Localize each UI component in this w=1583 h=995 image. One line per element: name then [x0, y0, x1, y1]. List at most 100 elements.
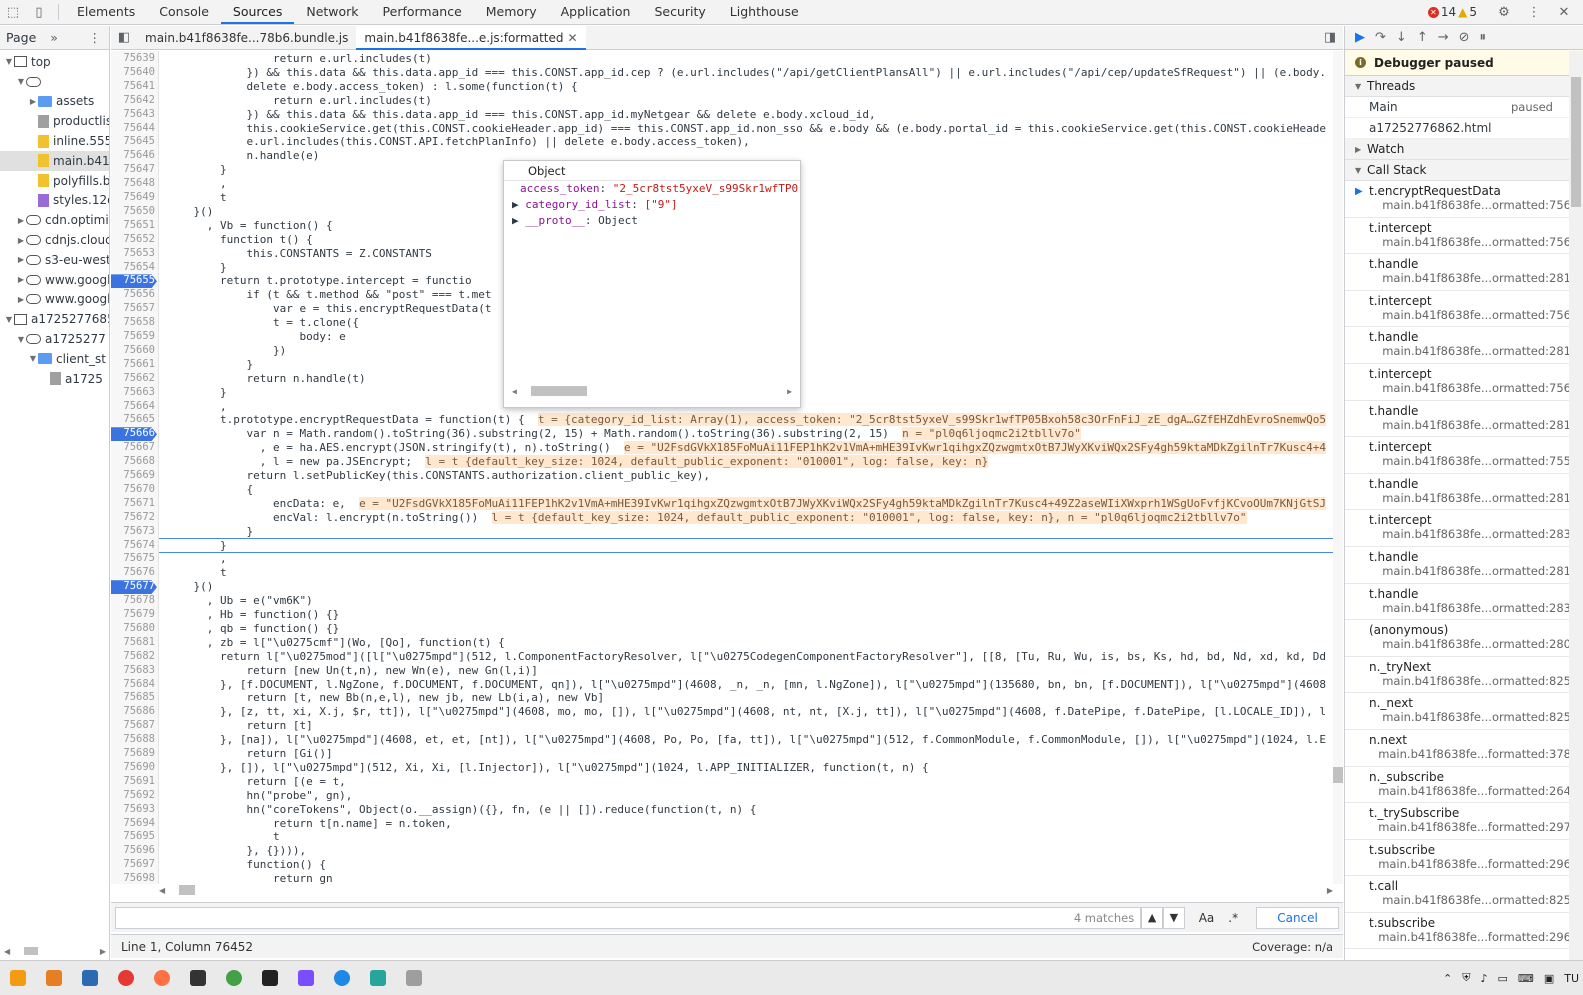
app-icon[interactable]	[216, 961, 252, 995]
code-line[interactable]: 75684 }, [f.DOCUMENT, l.NgZone, f.DOCUME…	[111, 678, 1333, 692]
code-line[interactable]: 75689 return [Gi()]	[111, 747, 1333, 761]
line-number[interactable]: 75651	[111, 219, 157, 233]
app-icon[interactable]	[288, 961, 324, 995]
code-line[interactable]: 75674 }	[111, 539, 1333, 553]
code-line[interactable]: 75683 return [new Un(t,n), new Wn(e), ne…	[111, 664, 1333, 678]
call-frame[interactable]: t.intercept main.b41f8638fe...ormatted:75…	[1345, 218, 1583, 255]
line-number[interactable]: 75653	[111, 247, 157, 261]
tab-network[interactable]: Network	[294, 0, 370, 24]
line-number[interactable]: 75670	[111, 483, 157, 497]
line-number[interactable]: 75692	[111, 789, 157, 803]
code-line[interactable]: 75669 return l.setPublicKey(this.CONSTAN…	[111, 469, 1333, 483]
step-out-icon[interactable]: ↑	[1417, 30, 1428, 45]
app-icon[interactable]	[324, 961, 360, 995]
code-line[interactable]: 75639 return e.url.includes(t)	[111, 52, 1333, 66]
line-number[interactable]: 75682	[111, 650, 157, 664]
callstack-section-header[interactable]: ▼ Call Stack	[1345, 160, 1583, 181]
tree-item[interactable]: ▶ cdnjs.cloudf	[0, 230, 109, 250]
scroll-right-icon[interactable]: ▶	[787, 387, 792, 396]
next-match-button[interactable]: ▼	[1162, 906, 1185, 929]
scroll-left-icon[interactable]: ◀	[512, 387, 517, 396]
scroll-thumb[interactable]	[530, 386, 587, 396]
line-number[interactable]: 75662	[111, 372, 157, 386]
navigator-tab-page[interactable]: Page	[6, 30, 36, 45]
more-tabs-icon[interactable]: »	[50, 30, 58, 45]
call-frame[interactable]: t.intercept main.b41f8638fe...ormatted:75…	[1345, 437, 1583, 474]
code-line[interactable]: 75697 function() {	[111, 858, 1333, 872]
app-icon[interactable]	[252, 961, 288, 995]
line-number[interactable]: 75652	[111, 233, 157, 247]
call-frame[interactable]: n._subscribe main.b41f8638fe...formatted:…	[1345, 767, 1583, 804]
app-icon[interactable]	[72, 961, 108, 995]
tree-item[interactable]: main.b41f	[0, 150, 109, 171]
call-frame[interactable]: n._next main.b41f8638fe...ormatted:825	[1345, 693, 1583, 730]
line-number[interactable]: 75641	[111, 80, 157, 94]
match-case-button[interactable]: Aa	[1199, 911, 1215, 925]
line-number[interactable]: 75696	[111, 844, 157, 858]
breakpoint-line-number[interactable]: 75666	[111, 427, 157, 442]
chevron-down-icon[interactable]: ▼	[16, 335, 26, 344]
line-number[interactable]: 75671	[111, 497, 157, 511]
scroll-left-icon[interactable]: ◀	[4, 947, 10, 956]
code-line[interactable]: 75690 }, []), l["\u0275mpd"](512, Xi, Xi…	[111, 761, 1333, 775]
call-frame[interactable]: n._tryNext main.b41f8638fe...ormatted:825	[1345, 657, 1583, 694]
tree-item[interactable]: ▼ client_st	[0, 349, 109, 369]
step-into-icon[interactable]: ↓	[1396, 30, 1407, 45]
file-tab[interactable]: main.b41f8638fe...e.js:formatted ✕	[356, 26, 586, 50]
popover-scrollbar[interactable]: ◀ ▶	[512, 385, 792, 397]
call-frame[interactable]: t.intercept main.b41f8638fe...ormatted:75…	[1345, 291, 1583, 328]
tree-item[interactable]: ▼ a1725277	[0, 329, 109, 349]
chevron-down-icon[interactable]: ▼	[4, 57, 14, 66]
search-input[interactable]: 4 matches	[115, 906, 1142, 929]
line-number[interactable]: 75683	[111, 664, 157, 678]
line-number[interactable]: 75697	[111, 858, 157, 872]
call-frame[interactable]: t.handle main.b41f8638fe...ormatted:281	[1345, 474, 1583, 511]
line-number[interactable]: 75658	[111, 316, 157, 330]
code-line[interactable]: 75643 }) && this.data && this.data.app_i…	[111, 108, 1333, 122]
tab-lighthouse[interactable]: Lighthouse	[718, 0, 811, 24]
call-frame[interactable]: (anonymous) main.b41f8638fe...ormatted:28…	[1345, 620, 1583, 657]
network-icon[interactable]: ▭	[1498, 972, 1508, 985]
line-number[interactable]: 75656	[111, 288, 157, 302]
line-number[interactable]: 75665	[111, 413, 157, 427]
tree-item[interactable]: ▼ top	[0, 52, 109, 72]
line-number[interactable]: 75689	[111, 747, 157, 761]
tab-performance[interactable]: Performance	[371, 0, 474, 24]
tree-item[interactable]: ▶ www.google	[0, 270, 109, 290]
code-line[interactable]: 75678 , Ub = e("vm6K")	[111, 594, 1333, 608]
chevron-right-icon[interactable]: ▶	[16, 275, 26, 284]
call-frame[interactable]: t.handle main.b41f8638fe...ormatted:281	[1345, 547, 1583, 584]
app-icon[interactable]	[396, 961, 432, 995]
line-number[interactable]: 75639	[111, 52, 157, 66]
thread-item[interactable]: a17252776862.html	[1345, 118, 1583, 139]
popover-property-row[interactable]: ▶ category_id_list: ["9"]	[504, 197, 800, 213]
app-icon[interactable]	[144, 961, 180, 995]
call-frame[interactable]: t.handle main.b41f8638fe...ormatted:281	[1345, 254, 1583, 291]
app-icon[interactable]	[0, 961, 36, 995]
device-toolbar-icon[interactable]: ▯	[26, 0, 52, 24]
code-line[interactable]: 75675 ,	[111, 552, 1333, 566]
chevron-right-icon[interactable]: ▶	[16, 216, 26, 225]
tab-memory[interactable]: Memory	[474, 0, 549, 24]
line-number[interactable]: 75669	[111, 469, 157, 483]
tab-elements[interactable]: Elements	[65, 0, 147, 24]
gear-icon[interactable]: ⚙	[1491, 0, 1517, 24]
chevron-right-icon[interactable]: ▶	[16, 255, 26, 264]
toggle-navigator-icon[interactable]: ◧	[111, 26, 137, 50]
popover-property-row[interactable]: ▶ __proto__: Object	[504, 213, 800, 229]
line-number[interactable]: 75694	[111, 817, 157, 831]
line-number[interactable]: 75695	[111, 830, 157, 844]
code-line[interactable]: 75698 return gn	[111, 872, 1333, 884]
code-line[interactable]: 75694 return t[n.name] = n.token,	[111, 817, 1333, 831]
code-line[interactable]: 75687 return [t]	[111, 719, 1333, 733]
line-number[interactable]: 75667	[111, 441, 157, 455]
more-options-icon[interactable]: ⋮	[89, 30, 102, 45]
clock[interactable]: TU	[1564, 972, 1579, 985]
code-line[interactable]: 75679 , Hb = function() {}	[111, 608, 1333, 622]
line-number[interactable]: 75672	[111, 511, 157, 525]
more-options-icon[interactable]: ⋮	[1521, 0, 1547, 24]
call-frame[interactable]: ▶ t.encryptRequestData main.b41f8638fe...o…	[1345, 181, 1583, 218]
scroll-right-icon[interactable]: ▶	[100, 947, 106, 956]
line-number[interactable]: 75663	[111, 386, 157, 400]
app-icon[interactable]	[360, 961, 396, 995]
